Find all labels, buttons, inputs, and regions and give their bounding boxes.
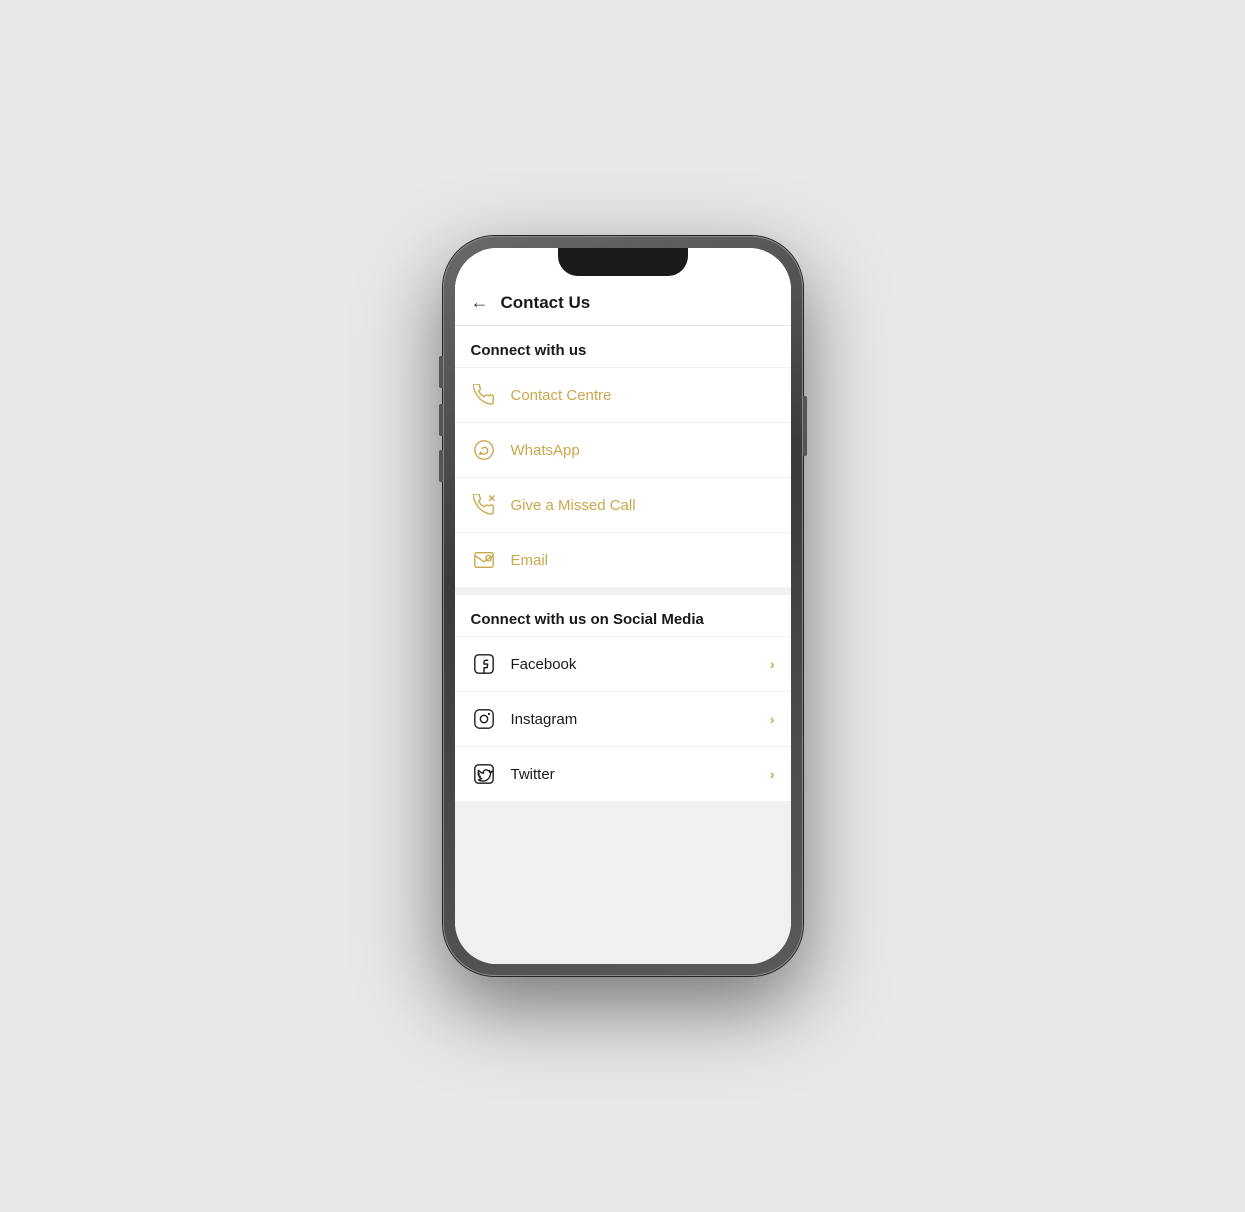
whatsapp-icon [471, 437, 497, 463]
volume-down-button [439, 404, 443, 436]
screen-content: ← Contact Us Connect with us Cont [455, 248, 791, 964]
social-section-heading: Connect with us on Social Media [455, 595, 791, 636]
power-button [803, 396, 807, 456]
twitter-icon [471, 761, 497, 787]
email-icon [471, 547, 497, 573]
list-item-instagram[interactable]: Instagram › [455, 691, 791, 746]
email-label: Email [511, 552, 775, 569]
list-item-twitter[interactable]: Twitter › [455, 746, 791, 801]
connect-section-heading: Connect with us [455, 326, 791, 367]
page-title: Contact Us [501, 293, 591, 313]
instagram-icon [471, 706, 497, 732]
twitter-label: Twitter [511, 766, 756, 783]
twitter-chevron: › [770, 766, 775, 782]
phone-icon [471, 382, 497, 408]
missed-call-label: Give a Missed Call [511, 497, 775, 514]
instagram-chevron: › [770, 711, 775, 727]
bottom-area [455, 809, 791, 889]
list-item-email[interactable]: Email [455, 532, 791, 587]
list-item-missed-call[interactable]: Give a Missed Call [455, 477, 791, 532]
list-item-facebook[interactable]: Facebook › [455, 636, 791, 691]
main-content: Connect with us Contact Centre [455, 326, 791, 964]
connect-section: Connect with us Contact Centre [455, 326, 791, 587]
back-button[interactable]: ← [471, 292, 489, 313]
contact-centre-label: Contact Centre [511, 387, 775, 404]
silent-switch [439, 450, 443, 482]
list-item-contact-centre[interactable]: Contact Centre [455, 367, 791, 422]
volume-up-button [439, 356, 443, 388]
notch [558, 248, 688, 276]
missed-call-icon [471, 492, 497, 518]
facebook-icon [471, 651, 497, 677]
facebook-chevron: › [770, 656, 775, 672]
instagram-label: Instagram [511, 711, 756, 728]
phone-frame: ← Contact Us Connect with us Cont [443, 236, 803, 976]
social-section: Connect with us on Social Media Facebook… [455, 595, 791, 801]
phone-screen: ← Contact Us Connect with us Cont [455, 248, 791, 964]
facebook-label: Facebook [511, 656, 756, 673]
list-item-whatsapp[interactable]: WhatsApp [455, 422, 791, 477]
whatsapp-label: WhatsApp [511, 442, 775, 459]
